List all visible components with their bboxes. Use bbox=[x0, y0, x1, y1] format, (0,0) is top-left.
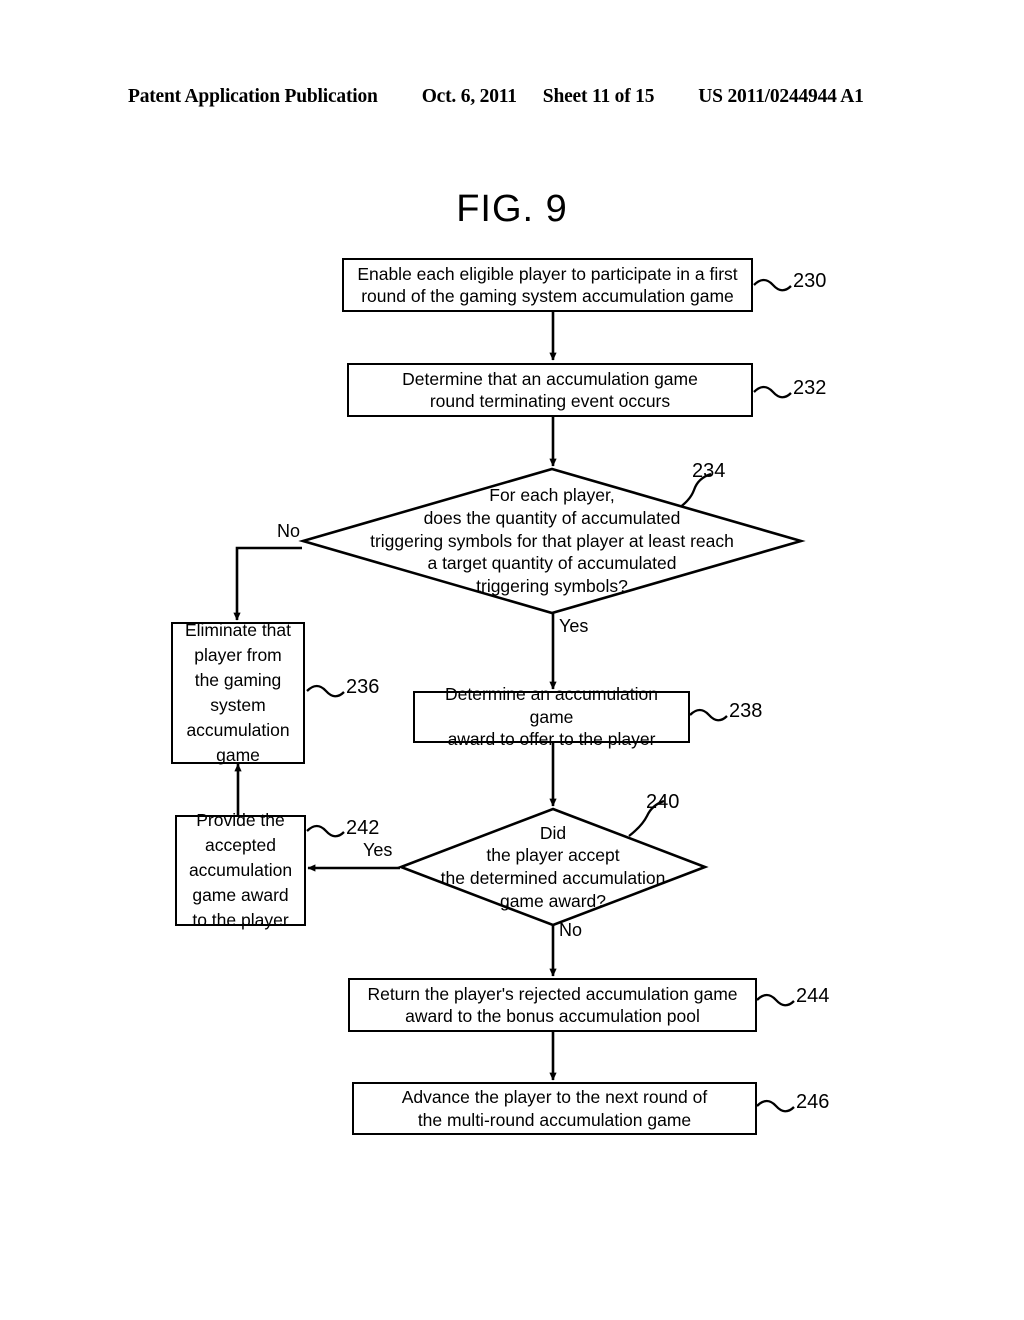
node-234-line2: does the quantity of accumulated bbox=[423, 507, 681, 528]
leader-232 bbox=[753, 385, 792, 399]
node-236-line5: accumulation bbox=[186, 719, 290, 740]
flow-node-244: Return the player's rejected accumulatio… bbox=[348, 978, 757, 1032]
figure-title: FIG. 9 bbox=[456, 188, 568, 230]
branch-label-240-no: No bbox=[559, 920, 583, 940]
node-232-line2: round terminating event occurs bbox=[429, 391, 671, 411]
flow-node-236: Eliminate that player from the gaming sy… bbox=[171, 620, 305, 765]
header-publication: Patent Application Publication bbox=[128, 86, 378, 107]
ref-numeral-230: 230 bbox=[793, 270, 827, 292]
patent-header: Patent Application Publication Oct. 6, 2… bbox=[128, 86, 898, 112]
node-240-line1: Did bbox=[539, 822, 567, 843]
branch-label-234-yes: Yes bbox=[559, 616, 589, 636]
ref-numeral-240: 240 bbox=[646, 791, 680, 813]
ref-numeral-238: 238 bbox=[729, 700, 763, 722]
node-246-line2: the multi-round accumulation game bbox=[417, 1109, 692, 1130]
flow-node-246: Advance the player to the next round of … bbox=[352, 1082, 757, 1135]
node-244-line1: Return the player's rejected accumulatio… bbox=[367, 983, 738, 1004]
node-240-line2: the player accept bbox=[486, 845, 620, 866]
node-236-line6: game bbox=[216, 744, 260, 765]
leader-242 bbox=[306, 824, 345, 838]
node-242-line4: game award bbox=[192, 884, 289, 905]
leader-244 bbox=[756, 993, 795, 1007]
ref-numeral-244: 244 bbox=[796, 985, 830, 1007]
node-246-line1: Advance the player to the next round of bbox=[401, 1087, 708, 1108]
flow-node-242: Provide the accepted accumulation game a… bbox=[175, 810, 306, 930]
ref-numeral-234: 234 bbox=[692, 460, 726, 482]
node-234-line1: For each player, bbox=[489, 485, 615, 506]
node-234-text: For each player, does the quantity of ac… bbox=[302, 468, 802, 614]
ref-numeral-242: 242 bbox=[346, 817, 380, 839]
node-242-line5: to the player bbox=[192, 909, 289, 930]
leader-238 bbox=[689, 708, 728, 722]
node-244-line2: award to the bonus accumulation pool bbox=[405, 1006, 700, 1026]
node-238-line1: Determine an accumulation game bbox=[444, 684, 659, 727]
flow-node-232: Determine that an accumulation game roun… bbox=[347, 363, 753, 417]
ref-numeral-246: 246 bbox=[796, 1091, 830, 1113]
header-date: Oct. 6, 2011 bbox=[421, 86, 517, 107]
node-242-line1: Provide the bbox=[196, 810, 285, 831]
node-232-line1: Determine that an accumulation game bbox=[402, 368, 698, 389]
leader-236 bbox=[306, 684, 345, 698]
connector-234-no-236 bbox=[233, 546, 302, 621]
node-236-line1: Eliminate that bbox=[184, 620, 292, 641]
node-236-line4: system bbox=[210, 695, 266, 715]
node-230-line2: round of the gaming system accumulation … bbox=[361, 286, 734, 306]
node-234-line4: a target quantity of accumulated bbox=[427, 553, 677, 574]
header-sheet: Sheet 11 of 15 bbox=[542, 86, 655, 107]
node-234-line5: triggering symbols? bbox=[476, 576, 628, 597]
node-240-line3: the determined accumulation bbox=[440, 868, 666, 888]
branch-label-234-no: No bbox=[277, 521, 301, 541]
node-242-line3: accumulation bbox=[188, 860, 293, 881]
flow-node-240: Did the player accept the determined acc… bbox=[397, 807, 709, 927]
flow-node-238: Determine an accumulation game award to … bbox=[413, 684, 690, 749]
node-236-line3: the gaming bbox=[194, 670, 282, 691]
leader-230 bbox=[753, 278, 792, 292]
header-patent-number: US 2011/0244944 A1 bbox=[698, 86, 864, 107]
node-238-line2: award to offer to the player bbox=[447, 729, 656, 750]
node-230-line1: Enable each eligible player to participa… bbox=[357, 263, 738, 284]
node-240-line4: game award? bbox=[499, 890, 607, 911]
node-234-line3: triggering symbols for that player at le… bbox=[370, 530, 734, 551]
ref-numeral-236: 236 bbox=[346, 676, 380, 698]
branch-label-240-yes: Yes bbox=[363, 840, 393, 860]
flow-node-234: For each player, does the quantity of ac… bbox=[298, 467, 806, 615]
leader-246 bbox=[756, 1099, 795, 1113]
node-240-text: Did the player accept the determined acc… bbox=[400, 808, 706, 926]
node-242-line2: accepted bbox=[204, 835, 277, 856]
ref-numeral-232: 232 bbox=[793, 377, 827, 399]
flow-node-230: Enable each eligible player to participa… bbox=[342, 258, 753, 312]
node-236-line2: player from bbox=[194, 645, 282, 666]
